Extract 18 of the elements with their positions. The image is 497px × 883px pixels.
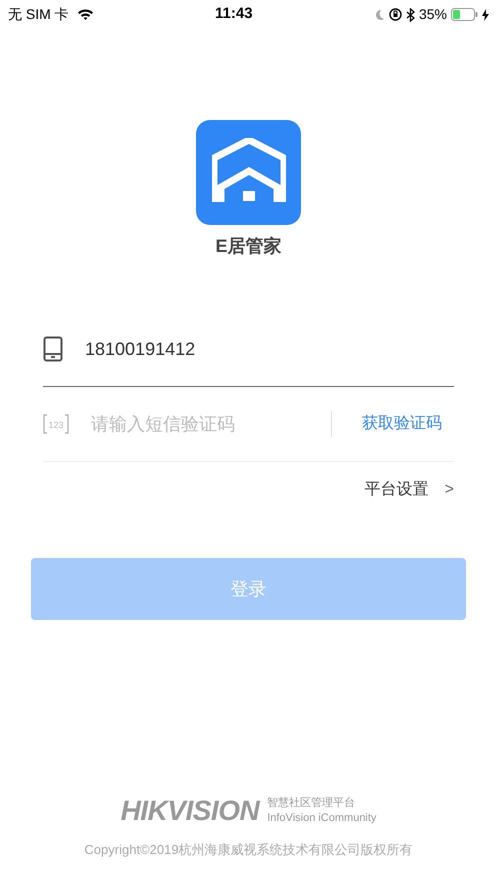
battery-icon (451, 8, 478, 21)
wifi-icon (76, 8, 94, 21)
brand-logo: HIKVISION (120, 794, 260, 828)
carrier-text: 无 SIM 卡 (8, 5, 69, 24)
subtitle-text: InfoVision iCommunity (267, 811, 376, 826)
battery-percent: 35% (418, 5, 447, 24)
phone-icon (43, 336, 63, 362)
copyright-text: Copyright©2019杭州海康威视系统技术有限公司版权所有 (84, 841, 413, 859)
app-name: E居管家 (215, 235, 282, 258)
bluetooth-icon (406, 8, 415, 22)
moon-icon (374, 8, 385, 20)
phone-input[interactable]: 18100191412 (85, 336, 454, 362)
code-input[interactable]: 请输入短信验证码 (91, 410, 309, 438)
platform-settings-link[interactable]: 平台设置 > (364, 478, 454, 502)
clock-time: 11:43 (215, 4, 253, 24)
get-code-button[interactable]: 获取验证码 (354, 412, 454, 436)
rotation-lock-icon (388, 8, 402, 21)
tagline-text: 智慧社区管理平台 (267, 796, 356, 811)
